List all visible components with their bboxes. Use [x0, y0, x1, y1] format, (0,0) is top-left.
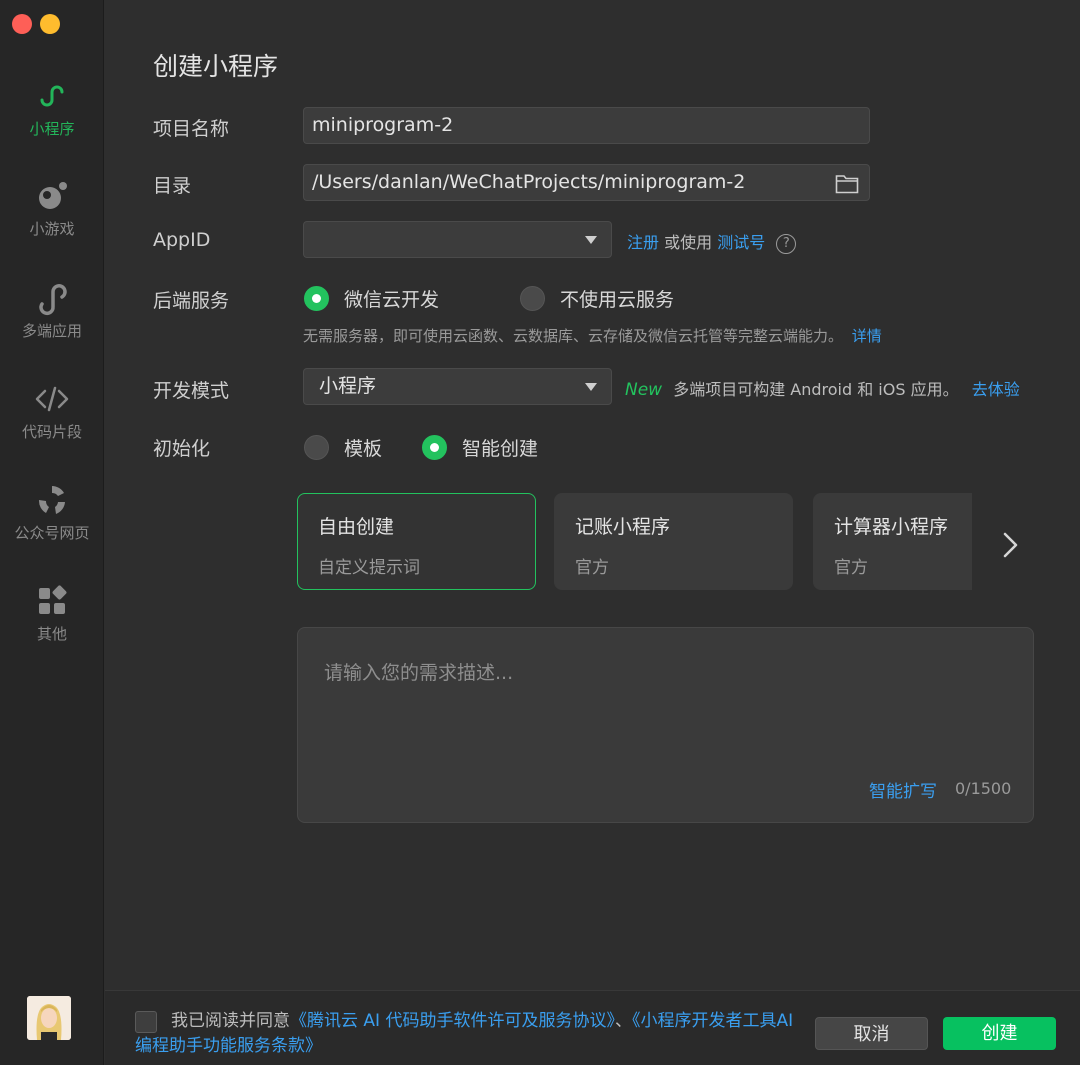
folder-icon[interactable]	[835, 172, 859, 194]
card-title: 自由创建	[318, 516, 395, 538]
backend-detail-link[interactable]: 详情	[852, 327, 882, 345]
directory-label: 目录	[153, 175, 192, 197]
close-window-button[interactable]	[12, 14, 32, 34]
miniprogram-icon	[40, 85, 64, 107]
radio-ai-create-label: 智能创建	[462, 438, 539, 460]
sidebar-item-label: 代码片段	[21, 423, 82, 441]
register-link[interactable]: 注册	[627, 233, 659, 252]
cancel-button[interactable]: 取消	[815, 1017, 928, 1050]
radio-no-cloud-label: 不使用云服务	[560, 289, 675, 311]
appid-links: 注册 或使用 测试号 ?	[627, 229, 797, 254]
card-title: 计算器小程序	[834, 516, 949, 538]
dev-mode-info: New 多端项目可构建 Android 和 iOS 应用。 去体验	[625, 376, 1020, 400]
sidebar-item-label: 公众号网页	[14, 524, 90, 542]
chevron-down-icon	[585, 236, 597, 244]
sidebar-item-miniprogram[interactable]: 小程序	[0, 78, 104, 139]
sidebar-item-official-account[interactable]: 公众号网页	[0, 482, 104, 543]
create-project-window: 小程序 小游戏 多端应用 代码片段 公众号网页 其他 创建小程序 项目名称 mi…	[0, 0, 1080, 1065]
sidebar-item-other[interactable]: 其他	[0, 583, 104, 644]
sidebar-item-label: 多端应用	[21, 322, 82, 340]
or-use-text: 或使用	[664, 233, 713, 252]
try-it-link[interactable]: 去体验	[972, 380, 1020, 399]
smart-expand-button[interactable]: 智能扩写	[869, 777, 937, 802]
directory-path: /Users/danlan/WeChatProjects/miniprogram…	[312, 171, 746, 193]
card-subtitle: 官方	[834, 558, 868, 578]
sidebar-item-label: 其他	[36, 625, 67, 643]
init-label: 初始化	[153, 438, 211, 460]
radio-template-label: 模板	[344, 438, 383, 460]
new-badge: New	[625, 380, 663, 400]
page-title: 创建小程序	[153, 52, 279, 81]
card-accounting-template[interactable]: 记账小程序 官方	[554, 493, 793, 590]
appid-label: AppID	[153, 229, 211, 251]
backend-service-label: 后端服务	[153, 290, 230, 312]
card-subtitle: 自定义提示词	[318, 558, 420, 578]
dev-mode-select[interactable]: 小程序	[303, 368, 612, 405]
official-account-icon	[38, 486, 65, 514]
multiplatform-icon	[39, 284, 67, 316]
apps-grid-icon	[39, 585, 67, 614]
avatar-image	[27, 996, 71, 1040]
window-controls	[12, 14, 60, 34]
radio-template[interactable]	[304, 435, 329, 460]
card-free-create[interactable]: 自由创建 自定义提示词	[297, 493, 536, 590]
agree-separator: 、	[614, 1011, 632, 1031]
help-icon[interactable]: ?	[776, 233, 797, 254]
sidebar-item-label: 小程序	[29, 120, 75, 138]
code-snippet-icon	[35, 386, 69, 412]
radio-wechat-cloud-label: 微信云开发	[344, 289, 440, 311]
sidebar-item-multiplatform[interactable]: 多端应用	[0, 280, 104, 341]
sidebar-item-minigame[interactable]: 小游戏	[0, 178, 104, 239]
prompt-textarea[interactable]: 请输入您的需求描述... 智能扩写 0/1500	[297, 627, 1034, 823]
ai-license-link[interactable]: 《腾讯云 AI 代码助手软件许可及服务协议》	[290, 1011, 615, 1031]
main-panel: 创建小程序 项目名称 miniprogram-2 目录 /Users/danla…	[105, 0, 1080, 1065]
project-name-input[interactable]: miniprogram-2	[303, 107, 870, 144]
dev-mode-value: 小程序	[319, 375, 377, 397]
dev-mode-label: 开发模式	[153, 380, 230, 402]
sidebar-item-label: 小游戏	[29, 220, 75, 238]
project-name-label: 项目名称	[153, 118, 230, 140]
card-subtitle: 官方	[575, 558, 609, 578]
agree-prefix: 我已阅读并同意	[171, 1011, 290, 1031]
appid-select[interactable]	[303, 221, 612, 258]
minimize-window-button[interactable]	[40, 14, 60, 34]
radio-no-cloud[interactable]	[520, 286, 545, 311]
directory-input[interactable]: /Users/danlan/WeChatProjects/miniprogram…	[303, 164, 870, 201]
create-button[interactable]: 创建	[943, 1017, 1056, 1050]
avatar[interactable]	[27, 996, 71, 1040]
chevron-right-icon[interactable]	[998, 530, 1022, 560]
footer-bar: 我已阅读并同意《腾讯云 AI 代码助手软件许可及服务协议》、《小程序开发者工具A…	[105, 990, 1080, 1065]
backend-description: 无需服务器，即可使用云函数、云数据库、云存储及微信云托管等完整云端能力。 详情	[303, 325, 882, 346]
test-account-link[interactable]: 测试号	[717, 233, 765, 252]
card-calculator-template[interactable]: 计算器小程序 官方	[813, 493, 972, 590]
radio-wechat-cloud[interactable]	[304, 286, 329, 311]
backend-description-text: 无需服务器，即可使用云函数、云数据库、云存储及微信云托管等完整云端能力。	[303, 327, 844, 345]
chevron-down-icon	[585, 383, 597, 391]
minigame-icon	[39, 182, 67, 209]
agreement-text: 我已阅读并同意《腾讯云 AI 代码助手软件许可及服务协议》、《小程序开发者工具A…	[135, 1009, 795, 1059]
prompt-placeholder: 请输入您的需求描述...	[324, 662, 514, 684]
radio-ai-create[interactable]	[422, 435, 447, 460]
sidebar-item-code-snippet[interactable]: 代码片段	[0, 381, 104, 442]
sidebar: 小程序 小游戏 多端应用 代码片段 公众号网页 其他	[0, 0, 104, 1065]
character-count: 0/1500	[955, 779, 1012, 798]
dev-mode-description: 多端项目可构建 Android 和 iOS 应用。	[673, 380, 959, 399]
card-title: 记账小程序	[575, 516, 671, 538]
